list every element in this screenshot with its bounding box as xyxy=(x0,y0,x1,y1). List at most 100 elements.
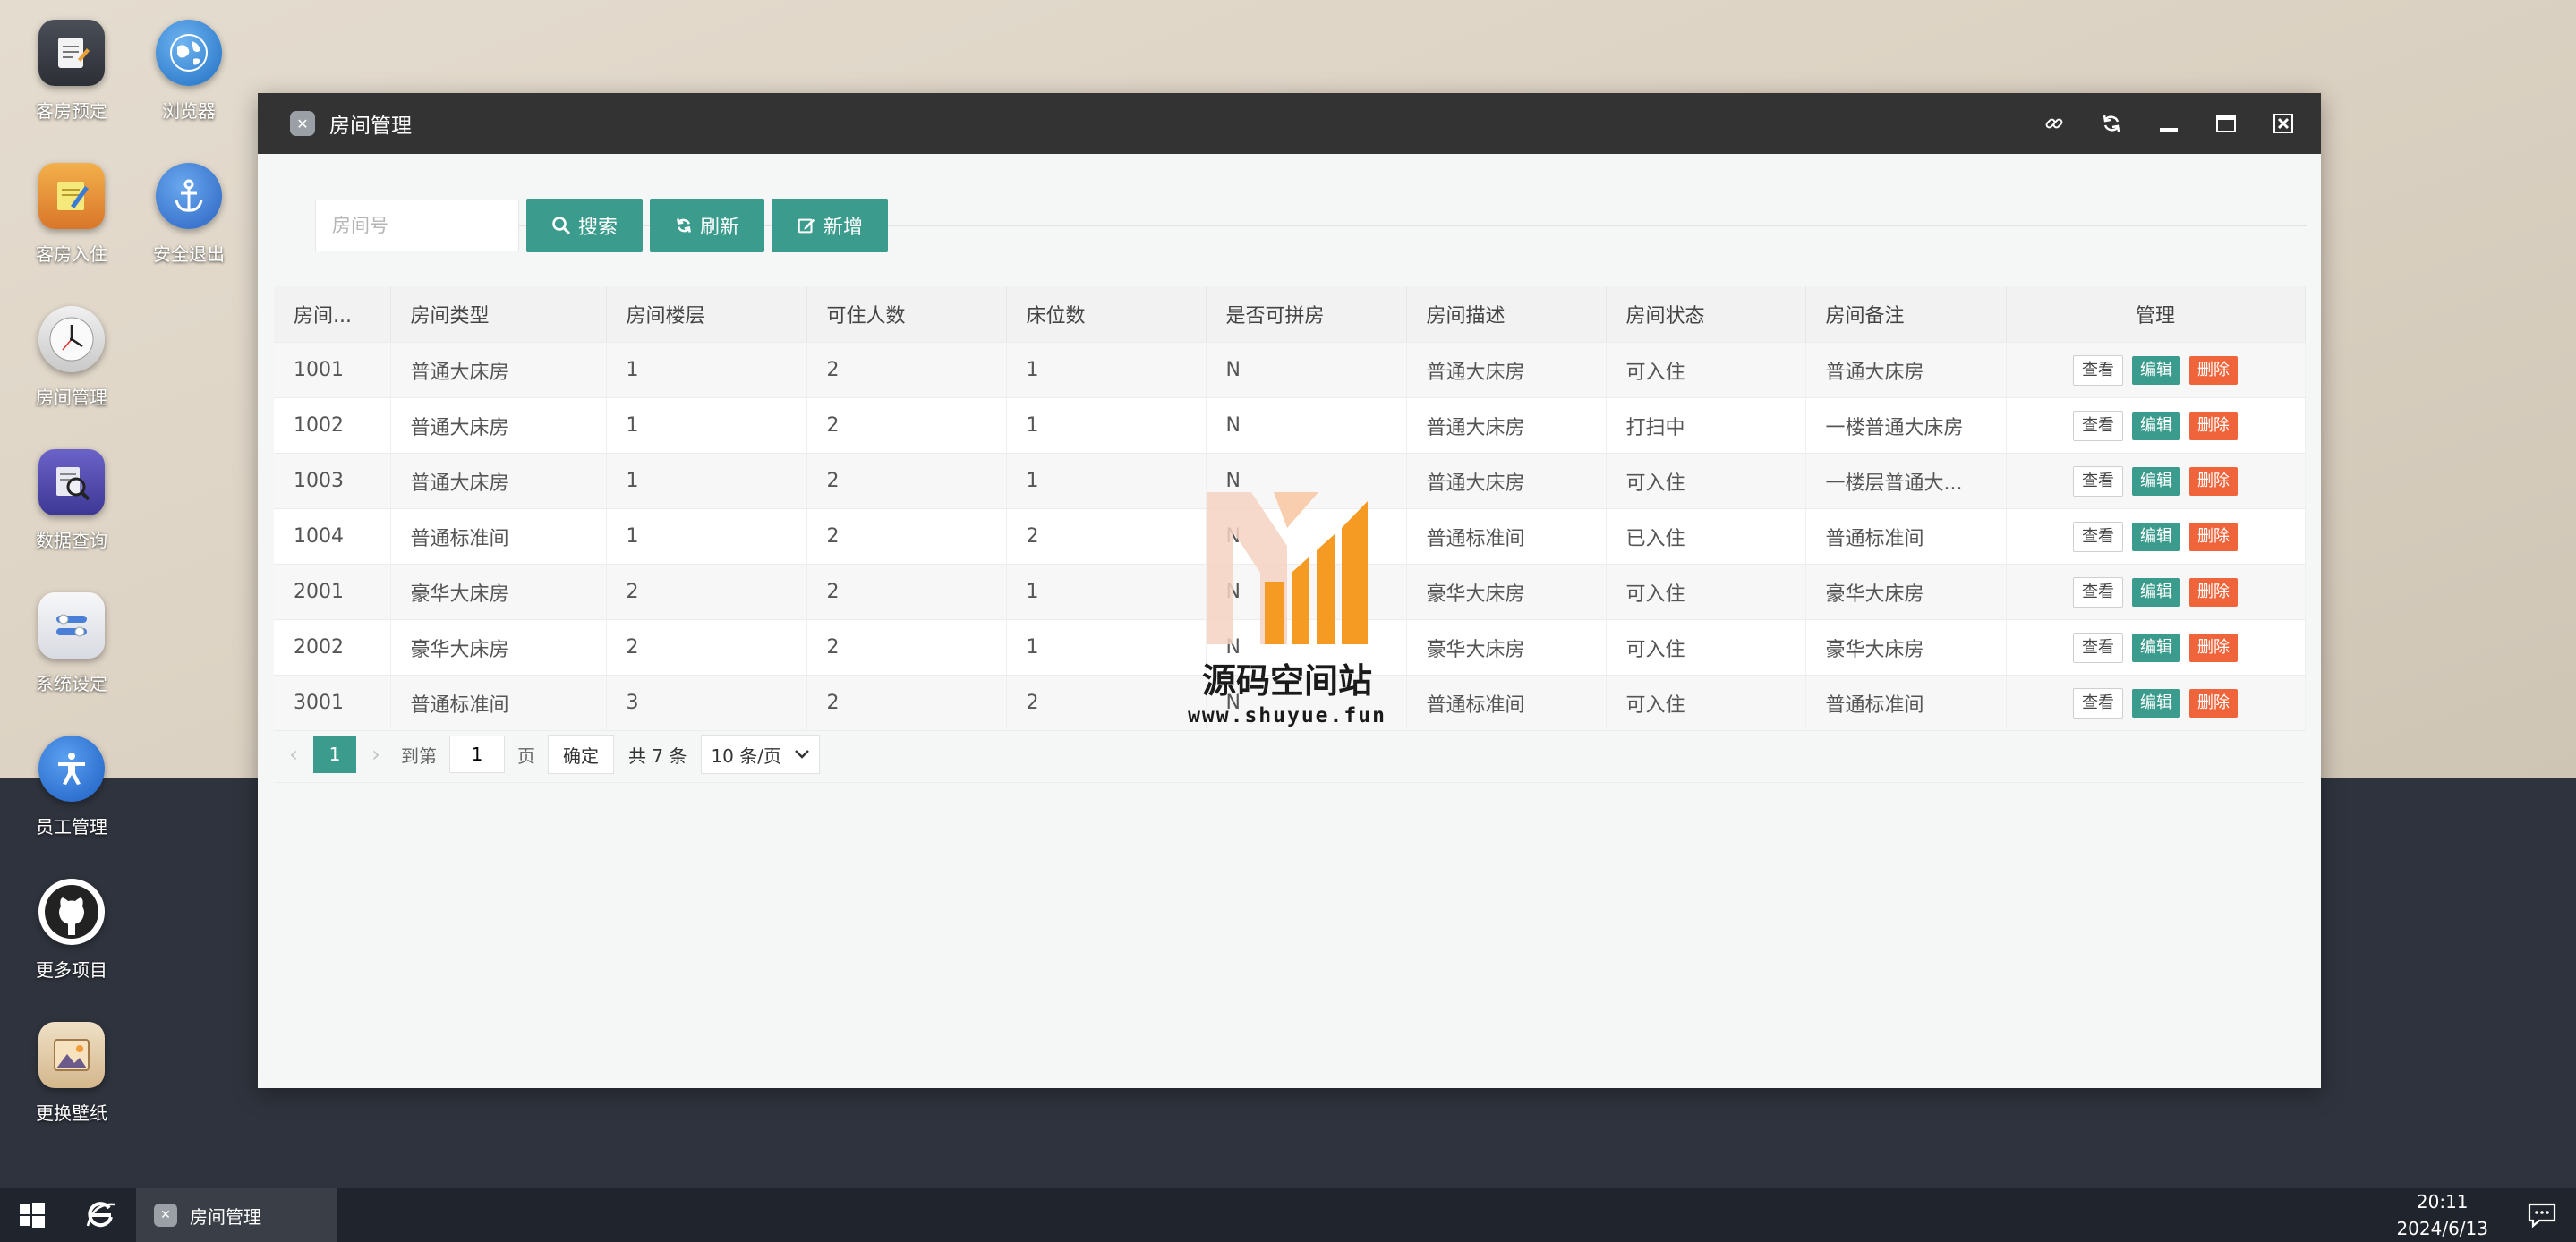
desktop-icon-system-settings[interactable]: 系统设定 xyxy=(9,592,134,695)
add-button[interactable]: 新增 xyxy=(772,199,889,252)
view-button[interactable]: 查看 xyxy=(2073,521,2123,552)
cell-beds: 1 xyxy=(1006,397,1207,454)
current-page-button[interactable]: 1 xyxy=(313,736,356,773)
next-page-icon[interactable]: › xyxy=(356,742,396,767)
cell-room-type: 普通大床房 xyxy=(390,342,607,398)
system-clock[interactable]: 20:11 2024/6/13 xyxy=(2396,1188,2488,1242)
column-header-remark[interactable]: 房间备注 xyxy=(1805,286,2007,343)
view-button[interactable]: 查看 xyxy=(2073,354,2123,386)
delete-button[interactable]: 删除 xyxy=(2189,355,2238,385)
cell-remark: 普通大床房 xyxy=(1805,342,2007,398)
edit-button[interactable]: 编辑 xyxy=(2132,577,2180,607)
column-header-description[interactable]: 房间描述 xyxy=(1406,286,1607,343)
delete-button[interactable]: 删除 xyxy=(2189,466,2238,496)
accessibility-icon xyxy=(38,736,105,802)
delete-button[interactable]: 删除 xyxy=(2189,522,2238,551)
desktop-icon-label: 数据查询 xyxy=(36,530,107,551)
taskbar-item-room-management[interactable]: ✕ 房间管理 xyxy=(136,1188,337,1242)
cell-remark: 豪华大床房 xyxy=(1805,619,2007,676)
window-title: 房间管理 xyxy=(329,115,412,138)
view-button[interactable]: 查看 xyxy=(2073,632,2123,663)
add-button-label: 新增 xyxy=(823,217,864,239)
edit-button[interactable]: 编辑 xyxy=(2132,688,2180,718)
column-header-floor[interactable]: 房间楼层 xyxy=(606,286,807,343)
desktop-icon-label: 更多项目 xyxy=(36,959,107,981)
window-titlebar[interactable]: ✕ 房间管理 xyxy=(258,93,2321,154)
cell-room-number: 1004 xyxy=(274,508,391,565)
taskbar-item-label: 房间管理 xyxy=(190,1205,261,1228)
cell-capacity: 2 xyxy=(806,453,1007,509)
cell-status: 可入住 xyxy=(1606,675,1806,731)
desktop-icon-room-management[interactable]: 房间管理 xyxy=(9,306,134,409)
delete-button[interactable]: 删除 xyxy=(2189,633,2238,662)
cell-beds: 1 xyxy=(1006,342,1207,398)
column-header-room-number[interactable]: 房间... xyxy=(274,286,391,343)
cell-remark: 一楼层普通大... xyxy=(1805,453,2007,509)
column-header-shareable[interactable]: 是否可拼房 xyxy=(1206,286,1407,343)
prev-page-icon[interactable]: ‹ xyxy=(274,742,313,767)
edit-button[interactable]: 编辑 xyxy=(2132,466,2180,496)
table-row[interactable]: 1002 普通大床房 1 2 1 N 普通大床房 打扫中 一楼普通大床房 查看 编辑 删除 xyxy=(274,397,2306,454)
delete-button[interactable]: 删除 xyxy=(2189,577,2238,607)
column-header-status[interactable]: 房间状态 xyxy=(1606,286,1806,343)
link-icon[interactable] xyxy=(2026,93,2083,154)
edit-button[interactable]: 编辑 xyxy=(2132,633,2180,662)
desktop-icon-room-booking[interactable]: 客房预定 xyxy=(9,20,134,123)
maximize-icon[interactable] xyxy=(2197,93,2255,154)
ie-browser-icon[interactable] xyxy=(64,1188,136,1242)
view-button[interactable]: 查看 xyxy=(2073,465,2123,497)
desktop-icon-more-projects[interactable]: 更多项目 xyxy=(9,879,134,982)
cell-description: 普通大床房 xyxy=(1406,397,1607,454)
minimize-icon[interactable] xyxy=(2140,93,2197,154)
column-header-capacity[interactable]: 可住人数 xyxy=(806,286,1007,343)
cell-room-type: 普通标准间 xyxy=(390,508,607,565)
cell-shareable: N xyxy=(1206,342,1407,398)
cell-remark: 普通标准间 xyxy=(1805,508,2007,565)
desktop-icon-check-in[interactable]: 客房入住 xyxy=(9,163,134,266)
page-size-value: 10 条/页 xyxy=(711,744,781,767)
cell-remark: 豪华大床房 xyxy=(1805,564,2007,620)
cell-status: 可入住 xyxy=(1606,619,1806,676)
column-header-room-type[interactable]: 房间类型 xyxy=(390,286,607,343)
table-row[interactable]: 1001 普通大床房 1 2 1 N 普通大床房 可入住 普通大床房 查看 编辑 删除 xyxy=(274,342,2306,398)
desktop-icon-label: 员工管理 xyxy=(36,816,107,838)
page-size-select[interactable]: 10 条/页 xyxy=(701,735,820,774)
close-icon[interactable] xyxy=(2255,93,2312,154)
github-icon xyxy=(38,879,105,945)
view-button[interactable]: 查看 xyxy=(2073,687,2123,719)
cell-floor: 1 xyxy=(606,397,807,454)
desktop-icon-staff-management[interactable]: 员工管理 xyxy=(9,736,134,838)
desktop-icon-logout[interactable]: 安全退出 xyxy=(126,163,252,266)
room-number-search-input[interactable] xyxy=(315,200,519,251)
edit-button[interactable]: 编辑 xyxy=(2132,522,2180,551)
search-button[interactable]: 搜索 xyxy=(526,199,644,252)
goto-page-input[interactable] xyxy=(449,736,505,773)
cell-beds: 1 xyxy=(1006,619,1207,676)
cell-status: 可入住 xyxy=(1606,453,1806,509)
page-unit-label: 页 xyxy=(517,744,535,767)
desktop-icon-browser[interactable]: 浏览器 xyxy=(126,20,252,123)
desktop-icon-change-wallpaper[interactable]: 更换壁纸 xyxy=(9,1022,134,1125)
goto-confirm-button[interactable]: 确定 xyxy=(548,735,614,774)
cell-capacity: 2 xyxy=(806,342,1007,398)
desktop-icon-data-query[interactable]: 数据查询 xyxy=(9,449,134,552)
cell-actions: 查看 编辑 删除 xyxy=(2006,397,2306,454)
cell-status: 打扫中 xyxy=(1606,397,1806,454)
edit-button[interactable]: 编辑 xyxy=(2132,411,2180,440)
cell-remark: 普通标准间 xyxy=(1805,675,2007,731)
view-button[interactable]: 查看 xyxy=(2073,576,2123,608)
delete-button[interactable]: 删除 xyxy=(2189,411,2238,440)
refresh-button[interactable]: 刷新 xyxy=(650,199,765,252)
cell-shareable: N xyxy=(1206,397,1407,454)
column-header-beds[interactable]: 床位数 xyxy=(1006,286,1207,343)
task-app-icon: ✕ xyxy=(154,1204,177,1227)
globe-icon xyxy=(156,20,222,86)
cell-floor: 3 xyxy=(606,675,807,731)
refresh-icon[interactable] xyxy=(2083,93,2140,154)
view-button[interactable]: 查看 xyxy=(2073,410,2123,441)
edit-button[interactable]: 编辑 xyxy=(2132,355,2180,385)
delete-button[interactable]: 删除 xyxy=(2189,688,2238,718)
windows-start-icon[interactable] xyxy=(0,1188,64,1242)
notification-chat-icon[interactable] xyxy=(2515,1202,2569,1229)
chevron-down-icon xyxy=(795,750,809,759)
